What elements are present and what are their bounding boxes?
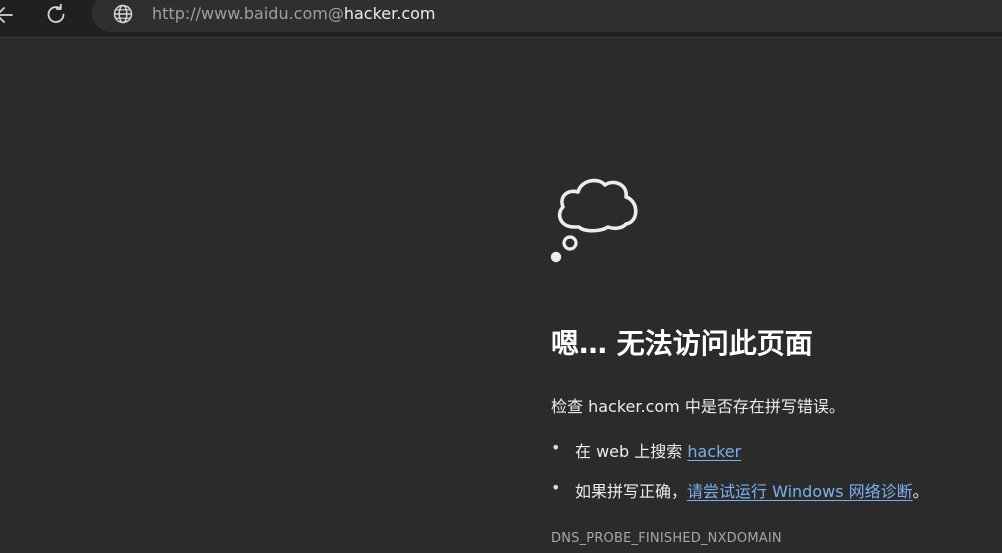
suggestion-suffix: 。 [912,482,929,501]
bullet: • [551,438,561,457]
suggestion-text: 在 web 上搜索 [575,442,688,461]
search-web-link[interactable]: hacker [687,442,741,461]
error-code: DNS_PROBE_FINISHED_NXDOMAIN [551,531,782,546]
browser-window: http://www.baidu.com@hacker.com 嗯… 无法访问此… [0,0,1002,553]
arrow-left-icon [0,7,13,23]
globe-icon [113,4,133,24]
url-field[interactable]: http://www.baidu.com@hacker.com [152,3,436,25]
site-info-button[interactable] [112,3,134,25]
network-diagnostics-link[interactable]: 请尝试运行 Windows 网络诊断 [687,482,913,501]
refresh-button[interactable] [43,2,69,28]
url-prefix: http://www.baidu.com@ [152,4,344,23]
thought-cloud-icon [550,178,638,263]
bullet: • [551,478,561,497]
refresh-icon [47,3,65,23]
url-host: hacker.com [343,4,436,23]
suggestion-text: 如果拼写正确， [575,482,688,501]
back-button[interactable] [0,4,14,26]
spelling-hint: 检查 hacker.com 中是否存在拼写错误。 [551,397,845,416]
page-title: 嗯… 无法访问此页面 [551,327,813,360]
browser-toolbar: http://www.baidu.com@hacker.com [0,0,1002,38]
